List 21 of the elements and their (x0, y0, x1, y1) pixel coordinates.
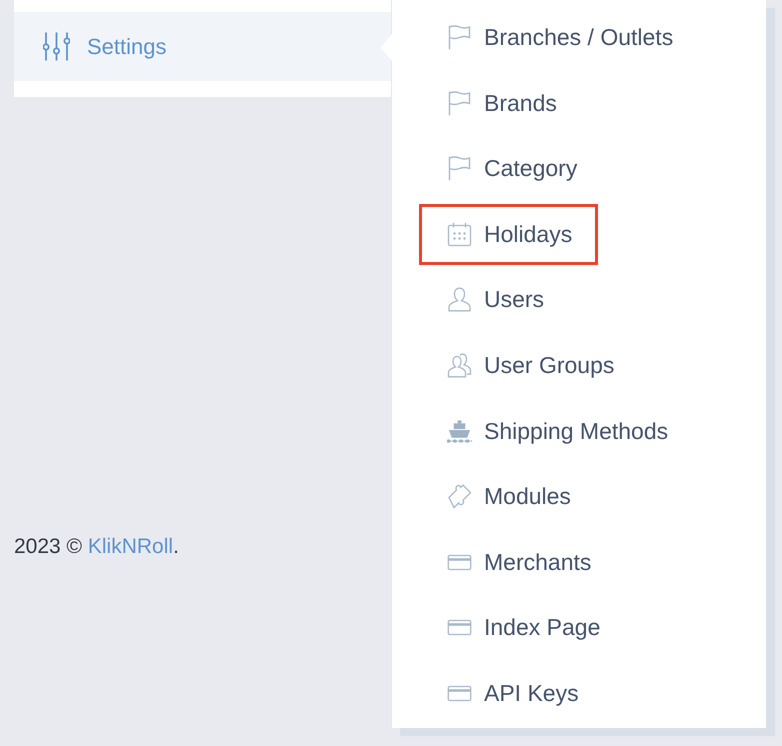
two-people-icon (447, 352, 472, 378)
submenu-item[interactable]: Merchants (419, 532, 618, 593)
submenu-item[interactable]: Index Page (419, 597, 626, 658)
submenu-item[interactable]: Category (419, 138, 604, 200)
submenu-item[interactable]: Shipping Methods (419, 400, 694, 462)
submenu-item[interactable]: User Groups (419, 334, 640, 396)
submenu-item[interactable]: Users (419, 269, 570, 330)
submenu-item[interactable]: API Keys (419, 662, 605, 724)
ship-icon (447, 418, 472, 444)
flag-icon (447, 156, 472, 182)
flag-icon (447, 90, 472, 116)
submenu-item[interactable]: Brands (419, 72, 583, 134)
copyright-text: 2023 © KlikNRoll. (14, 534, 180, 559)
submenu-item[interactable]: Branches / Outlets (419, 7, 700, 68)
puzzle-piece-icon (447, 484, 472, 510)
sliders-icon (43, 32, 70, 61)
person-icon (447, 287, 472, 312)
submenu-item[interactable]: Modules (419, 466, 597, 528)
calendar-icon (447, 222, 472, 247)
flag-icon (447, 25, 472, 50)
submenu-item[interactable]: Holidays (419, 204, 598, 265)
